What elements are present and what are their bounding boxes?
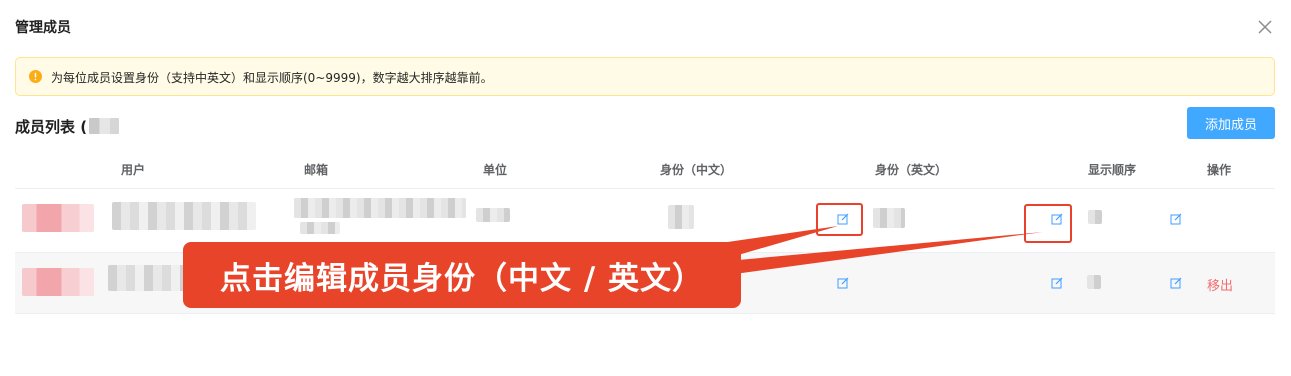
header-actions: 操作 bbox=[1207, 163, 1232, 177]
header-role-en: 身份（英文） bbox=[875, 163, 948, 177]
edit-order-icon[interactable] bbox=[1170, 213, 1182, 225]
edit-role-en-icon[interactable] bbox=[1051, 277, 1063, 289]
member-list-label: 成员列表 ( bbox=[15, 118, 88, 136]
user-name-redacted bbox=[112, 202, 256, 230]
order-redacted bbox=[1088, 210, 1102, 224]
annotation-callout: 点击编辑成员身份（中文 / 英文） bbox=[183, 242, 741, 308]
header-email: 邮箱 bbox=[304, 163, 329, 177]
header-unit: 单位 bbox=[483, 163, 508, 177]
email-redacted bbox=[294, 198, 466, 218]
role-en-redacted bbox=[873, 208, 905, 228]
highlight-box-role-cn bbox=[816, 203, 863, 236]
email-redacted-line2 bbox=[300, 222, 340, 234]
role-cn-redacted bbox=[668, 205, 694, 229]
highlight-box-role-en bbox=[1024, 204, 1072, 243]
close-icon[interactable] bbox=[1255, 17, 1275, 37]
member-count-redacted bbox=[89, 118, 120, 134]
edit-role-cn-icon[interactable] bbox=[837, 277, 849, 289]
header-display-order: 显示顺序 bbox=[1088, 163, 1137, 177]
exclamation-circle-icon bbox=[29, 70, 42, 83]
info-alert: 为每位成员设置身份（支持中英文）和显示顺序(0~9999)，数字越大排序越靠前。 bbox=[15, 57, 1275, 96]
alert-text: 为每位成员设置身份（支持中英文）和显示顺序(0~9999)，数字越大排序越靠前。 bbox=[51, 71, 493, 85]
member-list-title: 成员列表 ( bbox=[15, 116, 120, 137]
header-user: 用户 bbox=[121, 163, 146, 177]
add-member-button[interactable]: 添加成员 bbox=[1187, 107, 1275, 139]
remove-member-link[interactable]: 移出 bbox=[1207, 275, 1233, 294]
avatar-redacted bbox=[22, 268, 94, 296]
edit-order-icon[interactable] bbox=[1170, 277, 1182, 289]
avatar-redacted bbox=[22, 204, 94, 232]
user-name-redacted bbox=[108, 265, 188, 291]
unit-redacted bbox=[476, 208, 510, 222]
order-redacted bbox=[1087, 275, 1101, 289]
dialog-title: 管理成员 bbox=[15, 20, 71, 36]
header-role-cn: 身份（中文） bbox=[660, 163, 733, 177]
